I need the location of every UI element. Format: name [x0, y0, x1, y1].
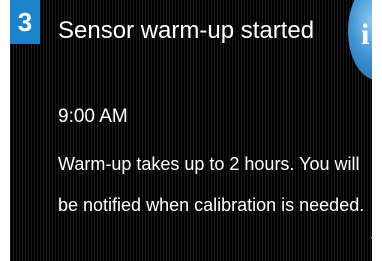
scroll-down-arrow-icon[interactable]	[371, 237, 372, 251]
info-icon[interactable]: i	[348, 0, 372, 80]
alert-title: Sensor warm-up started	[58, 17, 315, 44]
alert-time: 9:00 AM	[58, 106, 128, 127]
alert-message: Warm-up takes up to 2 hours. You will be…	[58, 154, 365, 215]
device-screen: i Sensor warm-up started 9:00 AM Warm-up…	[10, 0, 372, 261]
step-number-badge: 3	[10, 0, 40, 44]
info-glyph: i	[361, 18, 370, 51]
figure-frame: i Sensor warm-up started 9:00 AM Warm-up…	[0, 0, 382, 261]
